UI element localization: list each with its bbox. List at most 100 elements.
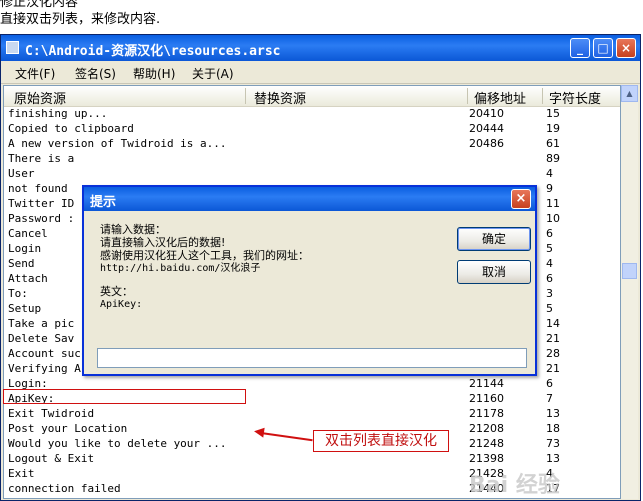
list-header: 原始资源 替换资源 偏移地址 字符长度 — [4, 86, 620, 107]
row-original-text: Login — [8, 242, 42, 255]
row-original-text: Logout & Exit — [8, 452, 95, 465]
row-length: 7 — [546, 392, 553, 405]
row-length: 10 — [546, 212, 560, 225]
input-dialog: 提示 × 请输入数据： 请直接输入汉化后的数据! 感谢使用汉化狂人这个工具，我们… — [82, 185, 537, 376]
row-original-text: Cancel — [8, 227, 48, 240]
row-length: 28 — [546, 347, 560, 360]
table-row[interactable]: Post your Location 21208 18 — [4, 421, 620, 436]
app-icon — [6, 41, 19, 54]
row-original-text: not found — [8, 182, 68, 195]
row-length: 9 — [546, 182, 553, 195]
row-original-text: Password : — [8, 212, 75, 225]
row-length: 4 — [546, 167, 553, 180]
row-length: 6 — [546, 227, 553, 240]
row-original-text: To: — [8, 287, 28, 300]
menu-sign[interactable]: 签名(S) — [75, 65, 116, 82]
ok-button[interactable]: 确定 — [457, 227, 531, 251]
watermark-logo: Bai 经验 — [469, 473, 560, 498]
window-titlebar: C:\Android-资源汉化\resources.arsc _ □ × — [1, 35, 640, 61]
menu-about[interactable]: 关于(A) — [192, 65, 234, 82]
row-length: 5 — [546, 242, 553, 255]
row-offset: 21208 — [469, 422, 504, 435]
row-offset: 21160 — [469, 392, 504, 405]
scroll-thumb[interactable] — [622, 263, 637, 279]
vertical-scrollbar[interactable]: ▲ — [621, 85, 638, 499]
row-length: 13 — [546, 407, 560, 420]
row-length: 6 — [546, 272, 553, 285]
dialog-title: 提示 — [90, 195, 117, 210]
row-offset: 21144 — [469, 377, 504, 390]
row-length: 6 — [546, 377, 553, 390]
table-row[interactable]: User 4 — [4, 166, 620, 181]
table-row[interactable]: There is a 89 — [4, 151, 620, 166]
row-original-text: Twitter ID — [8, 197, 75, 210]
row-original-text: finishing up... — [8, 107, 108, 120]
row-original-text: There is a — [8, 152, 75, 165]
table-row[interactable]: A new version of Twidroid is a... 20486 61 — [4, 136, 620, 151]
row-original-text: Would you like to delete your ... — [8, 437, 227, 450]
row-original-text: Post your Location — [8, 422, 128, 435]
window-title: C:\Android-资源汉化\resources.arsc — [25, 44, 281, 59]
minimize-button[interactable]: _ — [570, 38, 590, 58]
scroll-up-icon[interactable]: ▲ — [621, 85, 638, 102]
col-replacement[interactable]: 替换资源 — [254, 88, 306, 107]
row-length: 61 — [546, 137, 560, 150]
table-row[interactable]: Copied to clipboard 20444 19 — [4, 121, 620, 136]
row-length: 21 — [546, 332, 560, 345]
cancel-button[interactable]: 取消 — [457, 260, 531, 284]
row-original-text: Setup — [8, 302, 42, 315]
dialog-english-label: 英文： — [100, 285, 133, 298]
row-length: 3 — [546, 287, 553, 300]
row-length: 13 — [546, 452, 560, 465]
caption-title: 修正汉化内容 — [0, 0, 79, 10]
table-row[interactable]: Logout & Exit 21398 13 — [4, 451, 620, 466]
row-offset: 21248 — [469, 437, 504, 450]
row-length: 11 — [546, 197, 560, 210]
main-window: C:\Android-资源汉化\resources.arsc _ □ × 文件(… — [0, 34, 641, 501]
menu-bar: 文件(F) 签名(S) 帮助(H) 关于(A) — [1, 61, 640, 84]
row-length: 18 — [546, 422, 560, 435]
col-divider[interactable] — [467, 88, 468, 104]
row-length: 73 — [546, 437, 560, 450]
row-offset: 20444 — [469, 122, 504, 135]
row-original-text: A new version of Twidroid is a... — [8, 137, 227, 150]
annotation-arrow-icon — [253, 426, 265, 438]
row-original-text: Exit Twidroid — [8, 407, 95, 420]
maximize-button[interactable]: □ — [593, 38, 613, 58]
annotation-label: 双击列表直接汉化 — [313, 430, 449, 452]
close-button[interactable]: × — [616, 38, 636, 58]
row-original-text: User — [8, 167, 35, 180]
col-length[interactable]: 字符长度 — [549, 88, 601, 107]
dialog-english-value: ApiKey: — [100, 299, 143, 310]
dialog-instruction: 请直接输入汉化后的数据! — [100, 236, 226, 249]
row-length: 4 — [546, 257, 553, 270]
row-length: 14 — [546, 317, 560, 330]
row-length: 19 — [546, 122, 560, 135]
col-divider[interactable] — [542, 88, 543, 104]
dialog-url: http://hi.baidu.com/汉化浪子 — [100, 263, 261, 274]
col-offset[interactable]: 偏移地址 — [474, 88, 526, 107]
row-length: 15 — [546, 107, 560, 120]
row-original-text: Attach — [8, 272, 48, 285]
translation-input[interactable] — [97, 348, 527, 368]
row-original-text: Delete Sav — [8, 332, 75, 345]
col-divider[interactable] — [245, 88, 246, 104]
row-original-text: Send — [8, 257, 35, 270]
row-original-text: Copied to clipboard — [8, 122, 134, 135]
table-row[interactable]: finishing up... 20410 15 — [4, 106, 620, 121]
row-original-text: Take a pic — [8, 317, 75, 330]
dialog-close-button[interactable]: × — [511, 189, 531, 209]
menu-file[interactable]: 文件(F) — [15, 65, 55, 82]
row-length: 89 — [546, 152, 560, 165]
dialog-titlebar: 提示 × — [84, 187, 535, 211]
col-original[interactable]: 原始资源 — [14, 88, 66, 107]
table-row[interactable]: Exit Twidroid 21178 13 — [4, 406, 620, 421]
row-offset: 21178 — [469, 407, 504, 420]
row-offset: 21398 — [469, 452, 504, 465]
row-offset: 20486 — [469, 137, 504, 150]
dialog-thanks: 感谢使用汉化狂人这个工具，我们的网址： — [100, 249, 309, 262]
dialog-prompt: 请输入数据： — [100, 223, 166, 236]
row-length: 5 — [546, 302, 553, 315]
caption-subtitle: 直接双击列表，来修改内容. — [0, 12, 161, 27]
menu-help[interactable]: 帮助(H) — [133, 65, 175, 82]
